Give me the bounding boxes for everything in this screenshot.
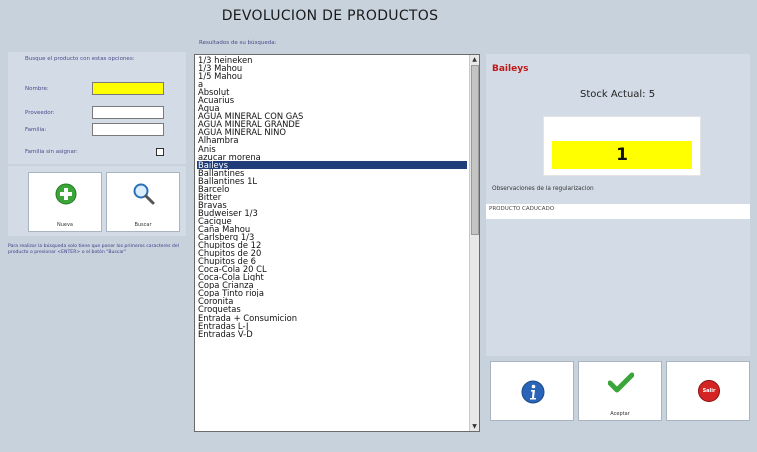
- list-item[interactable]: Ballantines 1L: [197, 177, 467, 185]
- list-item[interactable]: Agua: [197, 104, 467, 112]
- checkmark-icon: [607, 372, 635, 398]
- list-item[interactable]: AGUA MINERAL NIÑO: [197, 128, 467, 136]
- familia-sin-asignar-label: Familia sin asignar:: [25, 149, 78, 155]
- search-hint: Busque el producto con estas opciones:: [25, 56, 135, 62]
- list-item[interactable]: 1/3 Mahou: [197, 64, 467, 72]
- list-item[interactable]: Baileys: [197, 160, 467, 169]
- list-item[interactable]: Caña Mahou: [197, 225, 467, 233]
- list-item[interactable]: Budweiser 1/3: [197, 209, 467, 217]
- nueva-label: Nueva: [56, 222, 73, 228]
- list-item[interactable]: Cacique: [197, 217, 467, 225]
- list-item[interactable]: Acuarius: [197, 96, 467, 104]
- action-panel: Aceptar Salir: [486, 358, 750, 424]
- salir-button[interactable]: Salir: [666, 361, 750, 421]
- list-item[interactable]: Bravas: [197, 201, 467, 209]
- list-item[interactable]: 1/3 heineken: [197, 56, 467, 64]
- search-help-text: Para realizar la búsqueda solo tiene que…: [8, 244, 179, 255]
- list-item[interactable]: azucar morena: [197, 153, 467, 161]
- info-icon: [521, 380, 545, 408]
- list-item[interactable]: Entrada + Consumicion: [197, 314, 467, 322]
- list-item[interactable]: Entradas V-D: [197, 330, 467, 338]
- list-item[interactable]: Anis: [197, 145, 467, 153]
- search-panel: Busque el producto con estas opciones: N…: [8, 52, 186, 164]
- list-item[interactable]: Coca-Cola Light: [197, 273, 467, 281]
- info-button[interactable]: [490, 361, 574, 421]
- stop-sign-icon: Salir: [698, 380, 720, 402]
- familia-label: Familia:: [25, 127, 47, 133]
- list-item[interactable]: a: [197, 80, 467, 88]
- results-scrollbar[interactable]: ▲ ▼: [469, 55, 479, 431]
- magnifier-icon: [132, 182, 156, 210]
- quantity-field[interactable]: 1: [552, 141, 692, 169]
- product-detail-panel: Baileys Stock Actual: 5 1 Observaciones …: [486, 54, 750, 356]
- buscar-button[interactable]: Buscar: [106, 172, 180, 232]
- familia-field[interactable]: [92, 123, 164, 136]
- list-item[interactable]: Coronita: [197, 297, 467, 305]
- list-item[interactable]: 1/5 Mahou: [197, 72, 467, 80]
- stock-label: Stock Actual: 5: [580, 89, 656, 100]
- nombre-label: Nombre:: [25, 86, 49, 92]
- list-item[interactable]: Copa Crianza: [197, 281, 467, 289]
- results-listbox[interactable]: 1/3 heineken 1/3 Mahou 1/5 Mahou a Absolut Ac…: [194, 54, 480, 432]
- observations-field[interactable]: PRODUCTO CADUCADO: [486, 204, 750, 219]
- list-item[interactable]: Croquetas: [197, 305, 467, 313]
- product-name: Baileys: [492, 64, 529, 74]
- list-item[interactable]: Absolut: [197, 88, 467, 96]
- buscar-label: Buscar: [134, 222, 152, 228]
- nombre-field[interactable]: [92, 82, 164, 95]
- scrollbar-thumb[interactable]: [471, 65, 479, 235]
- familia-sin-asignar-checkbox[interactable]: [156, 148, 164, 156]
- aceptar-button[interactable]: Aceptar: [578, 361, 662, 421]
- list-item[interactable]: Barcelo: [197, 185, 467, 193]
- scroll-up-icon[interactable]: ▲: [470, 55, 479, 64]
- page-title: DEVOLUCION DE PRODUCTOS: [221, 8, 439, 24]
- proveedor-label: Proveedor:: [25, 110, 55, 116]
- proveedor-field[interactable]: [92, 106, 164, 119]
- list-item[interactable]: Coca-Cola 20 CL: [197, 265, 467, 273]
- list-item[interactable]: Chupitos de 20: [197, 249, 467, 257]
- results-list: 1/3 heineken 1/3 Mahou 1/5 Mahou a Absolut Ac…: [197, 56, 467, 338]
- results-label: Resultados de su búsqueda:: [199, 40, 277, 46]
- observations-label: Observaciones de la regularizacion: [492, 186, 594, 192]
- list-item[interactable]: AGUA MINERAL CON GAS: [197, 112, 467, 120]
- list-item[interactable]: Carlsberg 1/3: [197, 233, 467, 241]
- list-item[interactable]: Chupitos de 6: [197, 257, 467, 265]
- list-item[interactable]: Bitter: [197, 193, 467, 201]
- list-item[interactable]: Copa Tinto rioja: [197, 289, 467, 297]
- aceptar-label: Aceptar: [610, 411, 630, 417]
- list-item[interactable]: Ballantines: [197, 169, 467, 177]
- list-item[interactable]: Chupitos de 12: [197, 241, 467, 249]
- quantity-box: 1: [543, 116, 701, 176]
- nueva-button[interactable]: Nueva: [28, 172, 102, 232]
- plus-circle-icon: [55, 183, 77, 209]
- list-item[interactable]: AGUA MINERAL GRANDE: [197, 120, 467, 128]
- list-item[interactable]: Entradas L-J: [197, 322, 467, 330]
- search-buttons-panel: Nueva Buscar: [8, 166, 186, 236]
- list-item[interactable]: Alhambra: [197, 136, 467, 144]
- scroll-down-icon[interactable]: ▼: [470, 422, 479, 431]
